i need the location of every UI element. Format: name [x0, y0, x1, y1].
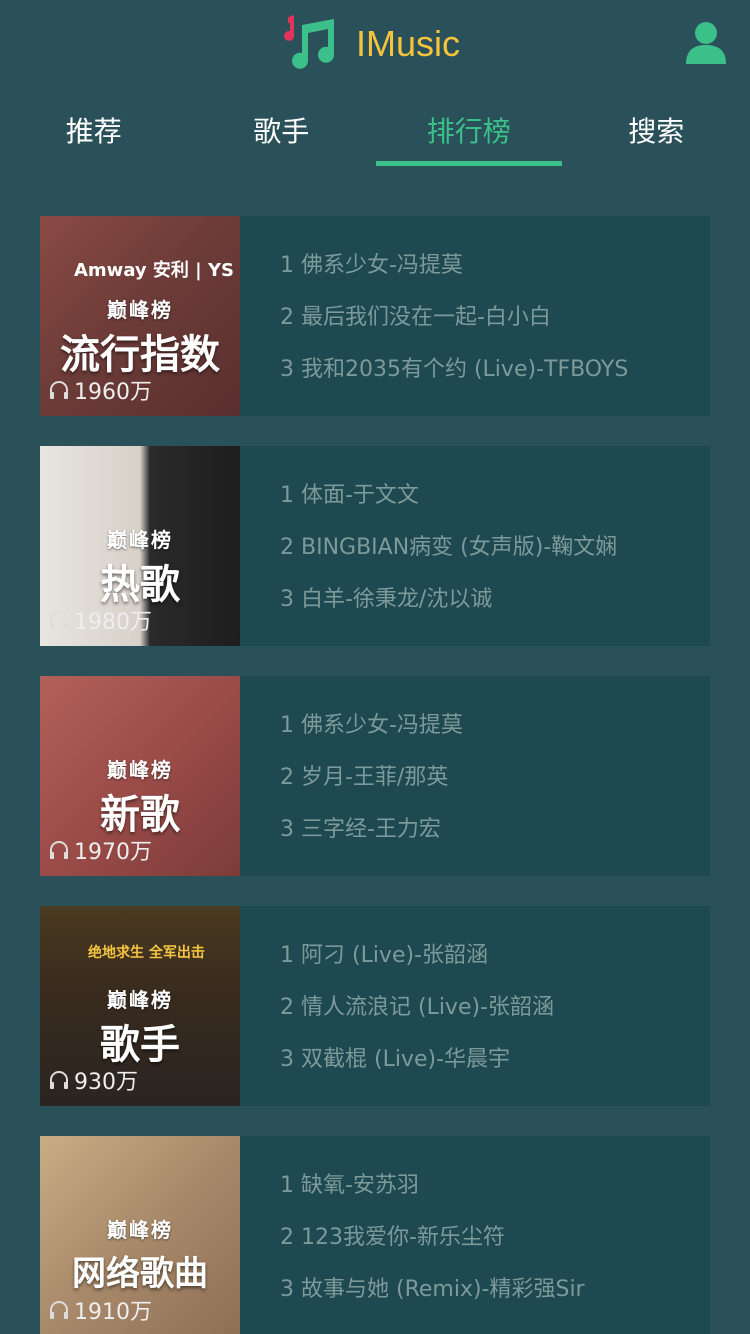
tab-recommend[interactable]: 推荐	[0, 96, 188, 166]
play-count: 1960万	[48, 374, 152, 406]
ranking-cover: 绝地求生 全军出击 巅峰榜 歌手 930万	[40, 906, 240, 1106]
cover-peak-label: 巅峰榜	[107, 1218, 173, 1242]
ranking-item-pop-index[interactable]: Amway 安利 | YS 巅峰榜 流行指数 1960万 1 佛系少女-冯提莫 …	[40, 216, 710, 416]
ranking-item-internet-songs[interactable]: 巅峰榜 网络歌曲 1910万 1 缺氧-安苏羽 2 123我爱你-新乐尘符 3 …	[40, 1136, 710, 1334]
song-item: 2 情人流浪记 (Live)-张韶涵	[280, 995, 555, 1020]
song-item: 3 双截棍 (Live)-华晨宇	[280, 1047, 511, 1072]
play-count: 1970万	[48, 834, 152, 866]
ranking-cover: 巅峰榜 新歌 1970万	[40, 676, 240, 876]
app-header: IMusic	[0, 0, 750, 88]
song-item: 2 最后我们没在一起-白小白	[280, 305, 551, 330]
play-count: 1910万	[48, 1294, 152, 1326]
play-count-value: 1960万	[74, 380, 152, 405]
song-list: 1 佛系少女-冯提莫 2 岁月-王菲/那英 3 三字经-王力宏	[240, 676, 710, 876]
song-item: 1 佛系少女-冯提莫	[280, 253, 463, 278]
ranking-item-hot-songs[interactable]: 巅峰榜 热歌 1980万 1 体面-于文文 2 BINGBIAN病变 (女声版)…	[40, 446, 710, 646]
song-list: 1 阿刁 (Live)-张韶涵 2 情人流浪记 (Live)-张韶涵 3 双截棍…	[240, 906, 710, 1106]
nav-tabs: 推荐 歌手 排行榜 搜索	[0, 96, 750, 166]
ranking-cover: Amway 安利 | YS 巅峰榜 流行指数 1960万	[40, 216, 240, 416]
headphones-icon	[50, 1071, 68, 1089]
play-count-value: 930万	[74, 1070, 138, 1095]
song-item: 2 BINGBIAN病变 (女声版)-鞠文娴	[280, 535, 618, 560]
headphones-icon	[50, 381, 68, 399]
play-count: 930万	[48, 1064, 138, 1096]
song-item: 1 体面-于文文	[280, 483, 419, 508]
song-item: 1 缺氧-安苏羽	[280, 1173, 419, 1198]
ranking-item-new-songs[interactable]: 巅峰榜 新歌 1970万 1 佛系少女-冯提莫 2 岁月-王菲/那英 3 三字经…	[40, 676, 710, 876]
cover-peak-label: 巅峰榜	[107, 298, 173, 322]
song-item: 2 岁月-王菲/那英	[280, 765, 449, 790]
tab-rankings[interactable]: 排行榜	[375, 96, 563, 166]
song-item: 3 我和2035有个约 (Live)-TFBOYS	[280, 357, 629, 382]
ranking-cover: 巅峰榜 网络歌曲 1910万	[40, 1136, 240, 1334]
cover-title: 流行指数	[60, 332, 220, 378]
ranking-cover: 巅峰榜 热歌 1980万	[40, 446, 240, 646]
cover-title: 热歌	[100, 562, 180, 608]
cover-peak-label: 巅峰榜	[107, 528, 173, 552]
song-list: 1 缺氧-安苏羽 2 123我爱你-新乐尘符 3 故事与她 (Remix)-精彩…	[240, 1136, 710, 1334]
play-count-value: 1910万	[74, 1300, 152, 1325]
ranking-item-singers[interactable]: 绝地求生 全军出击 巅峰榜 歌手 930万 1 阿刁 (Live)-张韶涵 2 …	[40, 906, 710, 1106]
play-count-value: 1970万	[74, 840, 152, 865]
ranking-list: Amway 安利 | YS 巅峰榜 流行指数 1960万 1 佛系少女-冯提莫 …	[40, 216, 710, 1334]
user-icon	[686, 22, 726, 64]
headphones-icon	[50, 611, 68, 629]
song-list: 1 体面-于文文 2 BINGBIAN病变 (女声版)-鞠文娴 3 白羊-徐秉龙…	[240, 446, 710, 646]
song-item: 3 三字经-王力宏	[280, 817, 441, 842]
play-count-value: 1980万	[74, 610, 152, 635]
headphones-icon	[50, 841, 68, 859]
cover-peak-label: 巅峰榜	[107, 758, 173, 782]
music-note-icon	[284, 15, 334, 69]
cover-title: 歌手	[100, 1022, 180, 1068]
song-item: 1 佛系少女-冯提莫	[280, 713, 463, 738]
tab-singers[interactable]: 歌手	[188, 96, 376, 166]
cover-brand: Amway 安利 | YS	[74, 260, 235, 281]
tab-search[interactable]: 搜索	[563, 96, 750, 166]
song-item: 2 123我爱你-新乐尘符	[280, 1225, 505, 1250]
cover-title: 网络歌曲	[72, 1254, 208, 1294]
headphones-icon	[50, 1301, 68, 1319]
song-item: 3 故事与她 (Remix)-精彩强Sir	[280, 1277, 585, 1302]
user-button[interactable]	[684, 20, 728, 66]
song-item: 3 白羊-徐秉龙/沈以诚	[280, 587, 493, 612]
cover-brand: 绝地求生 全军出击	[88, 945, 205, 961]
cover-title: 新歌	[100, 792, 180, 838]
brand: IMusic	[282, 14, 460, 74]
play-count: 1980万	[48, 604, 152, 636]
app-title: IMusic	[356, 23, 461, 64]
cover-peak-label: 巅峰榜	[107, 988, 173, 1012]
song-list: 1 佛系少女-冯提莫 2 最后我们没在一起-白小白 3 我和2035有个约 (L…	[240, 216, 710, 416]
song-item: 1 阿刁 (Live)-张韶涵	[280, 943, 489, 968]
